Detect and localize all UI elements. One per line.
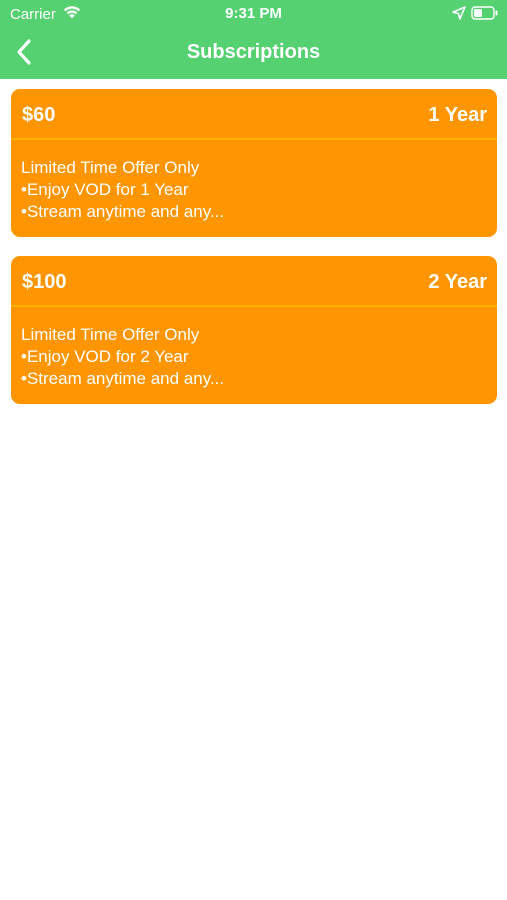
plan-description-line: •Stream anytime and any...	[21, 202, 225, 221]
card-divider	[11, 138, 497, 140]
plan-description-line: •Enjoy VOD for 2 Year	[21, 347, 189, 366]
status-time: 9:31 PM	[225, 5, 282, 22]
page-title: Subscriptions	[186, 41, 321, 63]
plan-description-line: •Enjoy VOD for 1 Year	[21, 180, 189, 199]
location-arrow-icon	[452, 6, 466, 20]
subscription-card-1-year[interactable]: $60 1 Year Limited Time Offer Only •Enjo…	[11, 89, 497, 237]
card-divider	[11, 305, 497, 307]
plan-description-line: Limited Time Offer Only	[21, 325, 200, 344]
plan-duration: 2 Year	[428, 271, 487, 293]
plan-price: $100	[22, 271, 67, 293]
battery-icon	[471, 6, 498, 20]
plan-description: Limited Time Offer Only •Enjoy VOD for 1…	[21, 157, 224, 223]
app-header: Carrier 9:31 PM Subscriptions	[0, 0, 507, 79]
nav-bar: Subscriptions	[0, 28, 507, 79]
status-bar: Carrier 9:31 PM	[0, 0, 507, 28]
subscription-card-2-year[interactable]: $100 2 Year Limited Time Offer Only •Enj…	[11, 256, 497, 404]
plan-description-line: Limited Time Offer Only	[21, 158, 200, 177]
plan-price: $60	[22, 104, 56, 126]
plan-duration: 1 Year	[428, 104, 487, 126]
plan-description-line: •Stream anytime and any...	[21, 369, 225, 388]
plan-description: Limited Time Offer Only •Enjoy VOD for 2…	[21, 324, 224, 390]
